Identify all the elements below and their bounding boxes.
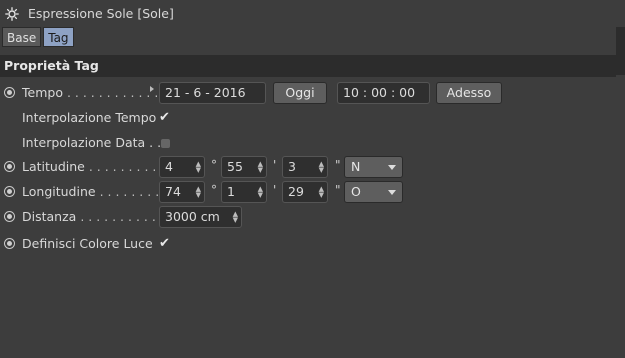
row-colore-luce: Definisci Colore Luce ✔ bbox=[0, 232, 616, 256]
stepper-icon[interactable]: ▲ ▼ bbox=[233, 211, 238, 224]
sun-icon bbox=[5, 7, 19, 21]
interp-data-label: Interpolazione Data . . bbox=[22, 135, 162, 150]
lon-degrees-field[interactable]: 74 ▲ ▼ bbox=[159, 181, 205, 203]
tab-base[interactable]: Base bbox=[2, 27, 42, 47]
longitudine-label: Longitudine . . . . . . . . . . bbox=[22, 184, 176, 199]
colore-luce-checkbox[interactable]: ✔ bbox=[159, 236, 170, 251]
animation-dot-icon[interactable] bbox=[4, 186, 15, 197]
today-button[interactable]: Oggi bbox=[273, 82, 327, 104]
row-tempo: Tempo . . . . . . . . . . . . . . 21 - 6… bbox=[0, 81, 616, 105]
row-interp-data: Interpolazione Data . . bbox=[0, 131, 616, 155]
colore-luce-label: Definisci Colore Luce bbox=[22, 236, 153, 251]
stepper-icon[interactable]: ▲ ▼ bbox=[319, 186, 324, 199]
expand-triangle-icon[interactable] bbox=[150, 86, 154, 92]
stepper-icon[interactable]: ▲ ▼ bbox=[258, 161, 263, 174]
second-unit: " bbox=[335, 158, 341, 172]
animation-dot-icon[interactable] bbox=[4, 238, 15, 249]
lat-degrees-field[interactable]: 4 ▲ ▼ bbox=[159, 156, 205, 178]
animation-dot-icon[interactable] bbox=[4, 87, 15, 98]
lon-direction-dropdown[interactable]: O bbox=[344, 181, 403, 203]
latitudine-label: Latitudine . . . . . . . . . . . bbox=[22, 159, 173, 174]
animation-dot-icon[interactable] bbox=[4, 161, 15, 172]
tab-bar: Base Tag bbox=[2, 27, 74, 47]
distance-field[interactable]: 3000 cm ▲ ▼ bbox=[159, 206, 242, 228]
now-button[interactable]: Adesso bbox=[436, 82, 502, 104]
interp-tempo-label: Interpolazione Tempo bbox=[22, 110, 157, 125]
lon-minutes-field[interactable]: 1 ▲ ▼ bbox=[221, 181, 267, 203]
lat-seconds-field[interactable]: 3 ▲ ▼ bbox=[282, 156, 328, 178]
distanza-label: Distanza . . . . . . . . . . . . . bbox=[22, 209, 180, 224]
stepper-icon[interactable]: ▲ ▼ bbox=[258, 186, 263, 199]
date-field[interactable]: 21 - 6 - 2016 bbox=[159, 82, 266, 104]
tab-tag[interactable]: Tag bbox=[43, 27, 74, 47]
stepper-icon[interactable]: ▲ ▼ bbox=[196, 186, 201, 199]
chevron-down-icon bbox=[388, 165, 396, 170]
lat-direction-dropdown[interactable]: N bbox=[344, 156, 403, 178]
window-title: Espressione Sole [Sole] bbox=[28, 6, 174, 21]
minute-unit: ' bbox=[273, 183, 277, 197]
panel-edge bbox=[616, 27, 625, 75]
row-longitudine: Longitudine . . . . . . . . . . 74 ▲ ▼ ° 1… bbox=[0, 180, 616, 204]
degree-unit: ° bbox=[211, 183, 217, 197]
lat-minutes-field[interactable]: 55 ▲ ▼ bbox=[221, 156, 267, 178]
time-field[interactable]: 10 : 00 : 00 bbox=[337, 82, 430, 104]
stepper-icon[interactable]: ▲ ▼ bbox=[319, 161, 324, 174]
stepper-icon[interactable]: ▲ ▼ bbox=[196, 161, 201, 174]
row-latitudine: Latitudine . . . . . . . . . . . 4 ▲ ▼ ° 5… bbox=[0, 155, 616, 179]
interp-data-checkbox[interactable] bbox=[161, 139, 170, 148]
lon-seconds-field[interactable]: 29 ▲ ▼ bbox=[282, 181, 328, 203]
chevron-down-icon bbox=[388, 190, 396, 195]
section-header: Proprietà Tag bbox=[0, 55, 616, 77]
title-bar: Espressione Sole [Sole] bbox=[0, 0, 625, 28]
row-interp-tempo: Interpolazione Tempo ✔ bbox=[0, 106, 616, 130]
second-unit: " bbox=[335, 183, 341, 197]
interp-tempo-checkbox[interactable]: ✔ bbox=[159, 110, 170, 125]
minute-unit: ' bbox=[273, 158, 277, 172]
section-title: Proprietà Tag bbox=[4, 58, 99, 73]
animation-dot-icon[interactable] bbox=[4, 211, 15, 222]
row-distanza: Distanza . . . . . . . . . . . . . 3000 … bbox=[0, 205, 616, 229]
degree-unit: ° bbox=[211, 158, 217, 172]
